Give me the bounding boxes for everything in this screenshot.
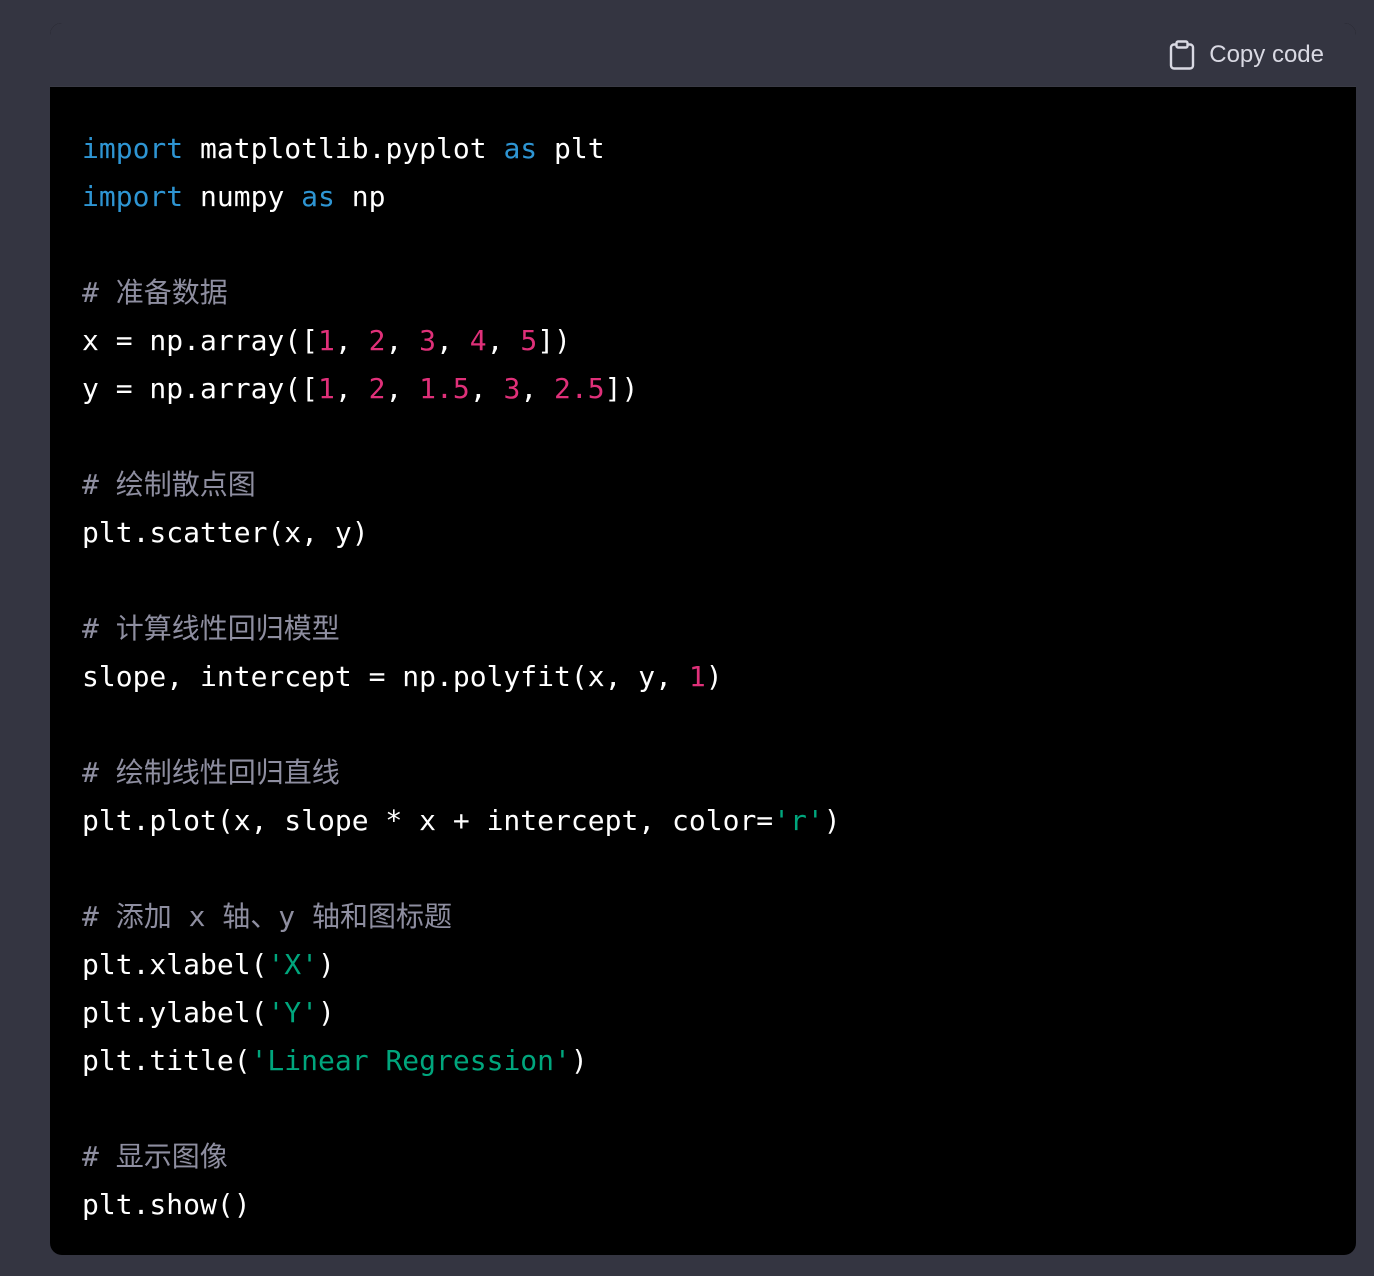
code-text: , (385, 372, 420, 405)
code-text: slope, intercept = np.polyfit(x, y, (82, 660, 689, 693)
code-line: y = np.array([1, 2, 1.5, 3, 2.5]) (82, 365, 1356, 413)
code-text: y = np.array([ (82, 372, 319, 405)
code-string: 'X' (267, 948, 319, 981)
code-text: numpy (183, 180, 302, 213)
code-line: import numpy as np (82, 173, 1356, 221)
code-keyword: as (503, 132, 538, 165)
code-line: plt.plot(x, slope * x + intercept, color… (82, 797, 1356, 845)
code-text: , (520, 372, 555, 405)
code-text: ) (705, 660, 723, 693)
code-line: # 准备数据 (82, 269, 1356, 317)
code-number: 1.5 (419, 372, 470, 405)
code-line: plt.title('Linear Regression') (82, 1037, 1356, 1085)
code-text: plt.show() (82, 1188, 251, 1221)
code-number: 2 (368, 324, 386, 357)
code-line: plt.show() (82, 1181, 1356, 1229)
code-comment: # 绘制线性回归直线 (82, 756, 340, 789)
code-text: , (334, 324, 369, 357)
code-line: # 添加 x 轴、y 轴和图标题 (82, 893, 1356, 941)
code-line: ​ (82, 1085, 1356, 1133)
code-text: plt.ylabel( (82, 996, 268, 1029)
code-line: slope, intercept = np.polyfit(x, y, 1) (82, 653, 1356, 701)
code-text: , (334, 372, 369, 405)
code-line: ​ (82, 557, 1356, 605)
code-number: 1 (318, 324, 335, 357)
code-line: ​ (82, 845, 1356, 893)
code-number: 2.5 (554, 372, 605, 405)
code-text: , (486, 324, 521, 357)
code-line: plt.scatter(x, y) (82, 509, 1356, 557)
code-line: ​ (82, 413, 1356, 461)
code-number: 3 (419, 324, 437, 357)
clipboard-icon (1169, 39, 1195, 70)
code-text: , (385, 324, 420, 357)
code-block-header: Copy code (50, 23, 1356, 87)
code-string: 'Linear Regression' (250, 1044, 571, 1077)
code-line: # 绘制线性回归直线 (82, 749, 1356, 797)
code-text: np (334, 180, 386, 213)
code-number: 2 (368, 372, 386, 405)
code-number: 4 (469, 324, 487, 357)
code-number: 1 (318, 372, 335, 405)
code-block: Copy code import matplotlib.pyplot as pl… (50, 23, 1356, 1255)
copy-code-button[interactable]: Copy code (1169, 39, 1324, 70)
code-number: 1 (688, 660, 706, 693)
code-line: plt.xlabel('X') (82, 941, 1356, 989)
code-line: plt.ylabel('Y') (82, 989, 1356, 1037)
code-comment: # 绘制散点图 (82, 468, 256, 501)
code-string: 'r' (773, 804, 824, 837)
code-string: 'Y' (267, 996, 319, 1029)
code-line: # 绘制散点图 (82, 461, 1356, 509)
code-text: ) (318, 996, 335, 1029)
code-text: ) (318, 948, 335, 981)
code-text: , (469, 372, 504, 405)
code-number: 3 (503, 372, 521, 405)
code-line: # 显示图像 (82, 1133, 1356, 1181)
code-text: ]) (537, 324, 571, 357)
copy-code-label: Copy code (1209, 40, 1324, 68)
code-text: ) (570, 1044, 588, 1077)
code-text: ]) (604, 372, 639, 405)
code-text: plt (537, 132, 605, 165)
code-line: ​ (82, 701, 1356, 749)
code-comment: # 显示图像 (82, 1140, 228, 1173)
code-text: , (436, 324, 470, 357)
code-keyword: import (82, 132, 184, 165)
code-text: plt.plot(x, slope * x + intercept, color… (82, 804, 774, 837)
code-text: matplotlib.pyplot (183, 132, 504, 165)
code-text: plt.title( (82, 1044, 251, 1077)
code-line: x = np.array([1, 2, 3, 4, 5]) (82, 317, 1356, 365)
code-keyword: as (301, 180, 335, 213)
code-text: plt.xlabel( (82, 948, 268, 981)
code-comment: # 计算线性回归模型 (82, 612, 340, 645)
code-number: 5 (520, 324, 538, 357)
code-text: x = np.array([ (82, 324, 319, 357)
code-line: # 计算线性回归模型 (82, 605, 1356, 653)
code-comment: # 添加 x 轴、y 轴和图标题 (82, 900, 453, 933)
code-line: ​ (82, 221, 1356, 269)
code-keyword: import (82, 180, 184, 213)
code-content[interactable]: import matplotlib.pyplot as plt import nu… (50, 87, 1356, 1229)
code-comment: # 准备数据 (82, 276, 228, 309)
code-text: plt.scatter(x, y) (82, 516, 369, 549)
code-text: ) (823, 804, 841, 837)
code-line: import matplotlib.pyplot as plt (82, 125, 1356, 173)
